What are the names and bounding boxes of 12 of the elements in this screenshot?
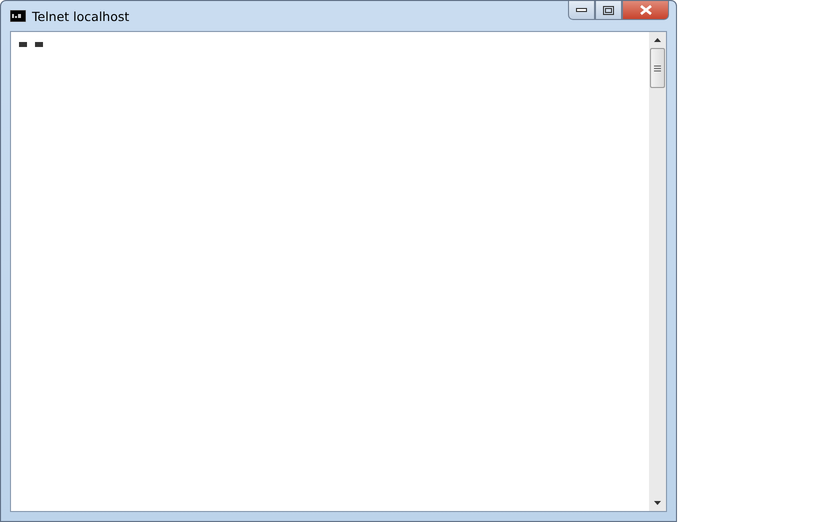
console-icon <box>10 10 26 22</box>
maximize-button[interactable] <box>595 1 622 20</box>
window-title: Telnet localhost <box>32 8 130 24</box>
cursor-marks-icon <box>19 42 43 47</box>
minimize-icon <box>576 7 587 13</box>
close-icon <box>640 5 652 15</box>
scrollbar[interactable] <box>649 32 666 511</box>
scroll-thumb[interactable] <box>650 48 665 88</box>
grip-icon <box>654 64 661 72</box>
maximize-icon <box>603 6 614 14</box>
close-button[interactable] <box>622 1 669 20</box>
minimize-button[interactable] <box>568 1 595 20</box>
